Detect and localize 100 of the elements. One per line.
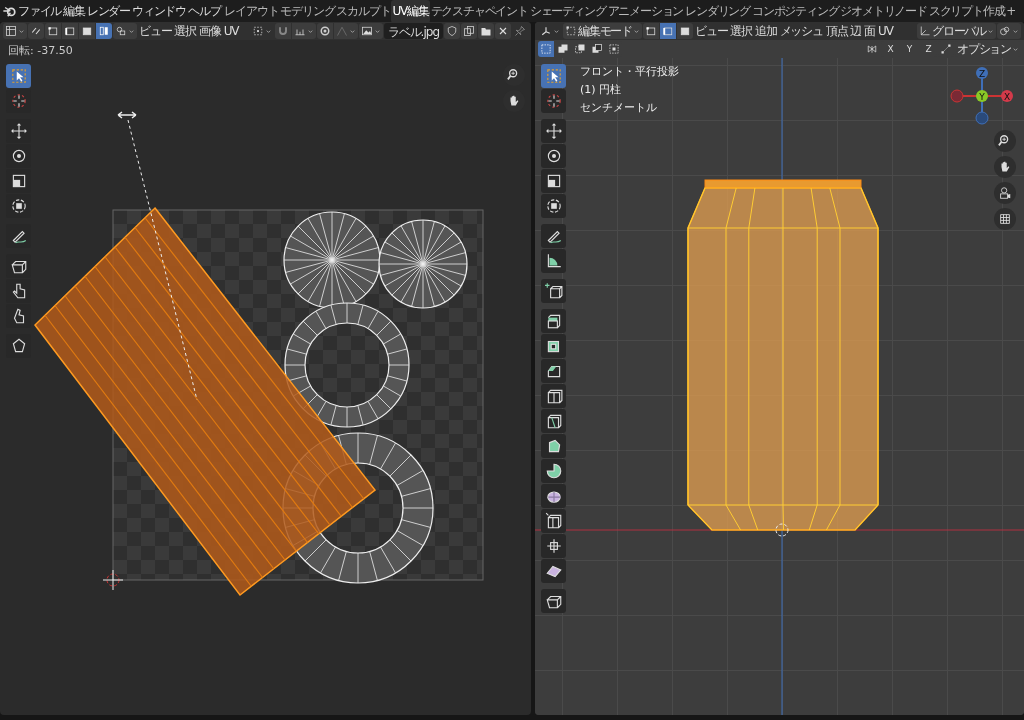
workspace-tab[interactable]: アニメーション: [606, 0, 685, 23]
menu-item[interactable]: 追加: [754, 22, 778, 40]
menu-item[interactable]: レンダー: [85, 2, 131, 20]
crosshair-icon: [544, 92, 563, 110]
editor-type-button[interactable]: [3, 23, 27, 39]
sticky-mode-button[interactable]: [113, 23, 137, 39]
image-name-field[interactable]: ラベル.jpg: [383, 23, 443, 39]
menu-item[interactable]: 面: [863, 22, 877, 40]
menu-item[interactable]: 辺: [849, 22, 863, 40]
cube-knife-tool[interactable]: [541, 409, 566, 433]
rotate-tool[interactable]: [541, 144, 566, 168]
pan-button[interactable]: [994, 156, 1016, 178]
grid-button[interactable]: [994, 208, 1016, 230]
ruler-tool[interactable]: [541, 249, 566, 273]
options-label: オプション: [957, 40, 1011, 58]
pencil-tool[interactable]: [541, 224, 566, 248]
menu-item[interactable]: ヘルプ: [187, 2, 222, 20]
shrink-arrows-tool[interactable]: [541, 534, 566, 558]
select-mode-button[interactable]: [45, 23, 61, 39]
select-mode-button[interactable]: [96, 23, 112, 39]
workspace-tab[interactable]: レンダリング: [684, 0, 751, 23]
polygon-tool[interactable]: [541, 434, 566, 458]
open-image-button[interactable]: [478, 23, 494, 39]
new-image-button[interactable]: [461, 23, 477, 39]
navigation-gizmo[interactable]: Z Y X: [950, 64, 1014, 128]
workspace-tab[interactable]: モデリング: [279, 0, 336, 23]
select-mode-button[interactable]: [643, 23, 659, 39]
viewport-info-text: (1) 円柱: [580, 82, 623, 97]
snap-target-button[interactable]: [291, 23, 316, 39]
grid-icon: [998, 212, 1012, 226]
menu-item[interactable]: ウィンドウ: [131, 2, 188, 20]
crosshair-tool[interactable]: [541, 89, 566, 113]
cube-slide-icon: [544, 512, 563, 530]
falloff-curve-icon: [335, 25, 348, 37]
viewport-info-text: フロント・平行投影: [580, 64, 679, 79]
spin-tool[interactable]: [541, 459, 566, 483]
spin-icon: [544, 462, 563, 480]
menu-item[interactable]: メッシュ: [778, 22, 824, 40]
pivot-button[interactable]: [997, 23, 1021, 39]
cube-extrude-tool[interactable]: [541, 309, 566, 333]
caret-icon: [264, 27, 272, 35]
cube-bevel-tool[interactable]: [541, 359, 566, 383]
cursor-arrow-tool[interactable]: [6, 64, 31, 88]
menu-item[interactable]: ファイル: [17, 2, 63, 20]
merge-icon: [940, 43, 952, 55]
orientation-dropdown[interactable]: グローバル: [917, 23, 996, 39]
crosshair-icon: [9, 92, 28, 110]
menu-item[interactable]: ビュー: [694, 22, 729, 40]
cursor-arrow-tool[interactable]: [541, 64, 566, 88]
zoom-button[interactable]: [994, 130, 1016, 152]
image-browse-button[interactable]: [358, 23, 383, 39]
fake-user-button[interactable]: [444, 23, 460, 39]
face-select-icon: [81, 25, 93, 37]
workspace-tab[interactable]: スカルプト: [335, 0, 392, 23]
snap-button[interactable]: [274, 23, 291, 39]
menu-item[interactable]: 選択: [173, 22, 197, 40]
options-dropdown[interactable]: オプション: [955, 41, 1021, 57]
orientation-axes-icon: [919, 25, 931, 37]
scale-tool[interactable]: [541, 169, 566, 193]
select-mode-button[interactable]: [660, 23, 676, 39]
shear-tool[interactable]: [541, 559, 566, 583]
add-workspace-button[interactable]: +: [1005, 1, 1017, 21]
workspace-tab[interactable]: コンポジティング: [750, 0, 840, 23]
menu-item[interactable]: 頂点: [824, 22, 849, 40]
select-mode-button[interactable]: [677, 23, 693, 39]
menu-item[interactable]: UV: [877, 24, 894, 38]
caret-icon: [553, 27, 560, 35]
camera-button[interactable]: [994, 182, 1016, 204]
edge-select-icon: [662, 25, 674, 37]
workspace-tab[interactable]: ジオメトリノード: [839, 0, 928, 23]
mode-dropdown[interactable]: 編集モード: [563, 23, 642, 39]
workspace-tab[interactable]: レイアウト: [223, 0, 280, 23]
cube-slide-tool[interactable]: [541, 509, 566, 533]
box-extend-icon: [557, 43, 569, 55]
camera-icon: [998, 186, 1012, 200]
cube-plus-tool[interactable]: [541, 279, 566, 303]
move-arrows-tool[interactable]: [541, 119, 566, 143]
select-mode-button[interactable]: [62, 23, 78, 39]
menu-item[interactable]: ビュー: [138, 22, 173, 40]
sphere-tool[interactable]: [541, 484, 566, 508]
workspace-tab[interactable]: UV編集: [391, 0, 430, 23]
unlink-button[interactable]: [495, 23, 511, 39]
menu-item[interactable]: 画像: [198, 22, 222, 40]
axes-editor-icon: [540, 25, 552, 37]
select-mode-button[interactable]: [79, 23, 95, 39]
workspace-tab[interactable]: シェーディング: [528, 0, 607, 23]
move-arrows-icon: [9, 122, 28, 140]
menu-item[interactable]: 選択: [729, 22, 754, 40]
2d-cursor-icon: [102, 569, 124, 591]
workspace-tab[interactable]: スクリプト作成: [927, 0, 1006, 23]
cube-inset-tool[interactable]: [541, 334, 566, 358]
workspace-tab[interactable]: テクスチャペイント: [429, 0, 529, 23]
menu-item[interactable]: UV: [222, 24, 240, 38]
cube-tool[interactable]: [541, 589, 566, 613]
cube-cut-tool[interactable]: [541, 384, 566, 408]
proportional-button[interactable]: [316, 23, 333, 39]
menu-item[interactable]: 編集: [62, 2, 86, 20]
vertex-select-icon: [47, 25, 59, 37]
transform-tool[interactable]: [541, 194, 566, 218]
cube-plus-icon: [544, 282, 563, 300]
